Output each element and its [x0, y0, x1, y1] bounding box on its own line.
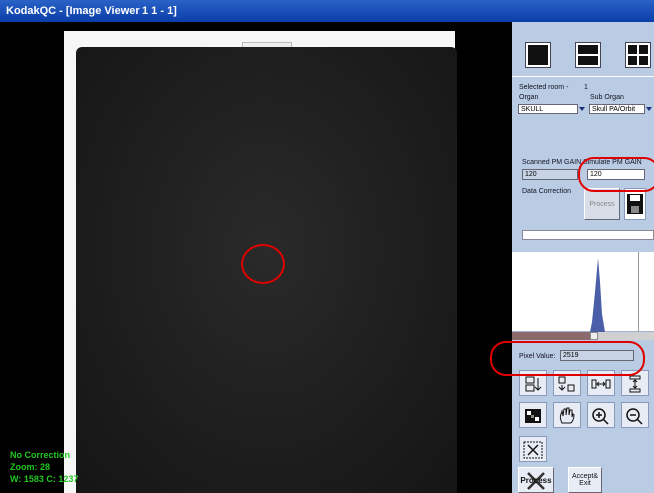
process-button-label: Process: [520, 475, 552, 485]
window-center-readout: W: 1583 C: 1237: [10, 474, 79, 484]
quad-view-layout-icon[interactable]: [625, 42, 651, 68]
sub-organ-select-value: Skull PA/Orbit: [592, 106, 636, 113]
window-title: KodakQC - [Image Viewer: [6, 5, 140, 17]
hand-pan-icon[interactable]: [553, 402, 581, 428]
accept-exit-button[interactable]: Accept& Exit: [568, 467, 602, 493]
control-panel: Selected room - 1 Organ Sub Organ SKULL …: [512, 22, 654, 493]
scanned-gain-field: 120: [522, 169, 578, 180]
selected-room-label: Selected room -: [519, 84, 569, 91]
selected-room-value: 1: [584, 84, 588, 91]
organ-select[interactable]: SKULL: [518, 104, 586, 114]
highlight-circle-gain: [578, 157, 654, 192]
correction-status: No Correction: [10, 450, 71, 460]
process-button[interactable]: Process: [518, 467, 554, 493]
pixel-grid-icon[interactable]: [519, 402, 547, 428]
histogram-graph: [512, 252, 654, 336]
histogram-scrollbar[interactable]: [512, 332, 654, 340]
chevron-down-icon[interactable]: [578, 104, 586, 114]
sub-organ-select[interactable]: Skull PA/Orbit: [589, 104, 653, 114]
histogram-scroll-thumb[interactable]: [590, 332, 598, 340]
scanned-gain-value: 120: [525, 171, 537, 178]
scanned-gain-label: Scanned PM GAIN: [522, 159, 582, 166]
zoom-level: Zoom: 28: [10, 462, 51, 472]
scissors-icon[interactable]: [519, 436, 547, 462]
organ-select-value: SKULL: [521, 106, 544, 113]
frame-info: 1 1 - 1]: [142, 5, 177, 17]
sub-organ-label: Sub Organ: [590, 94, 624, 101]
histogram-scroll-track: [512, 332, 592, 340]
zoom-in-icon[interactable]: [587, 402, 615, 428]
chevron-down-icon[interactable]: [645, 104, 653, 114]
organ-label: Organ: [519, 94, 539, 101]
floppy-disk-icon[interactable]: [624, 188, 646, 220]
highlight-circle-pixel-value: [490, 341, 645, 376]
split-view-layout-icon[interactable]: [575, 42, 601, 68]
highlight-circle-image: [241, 244, 285, 284]
title-bar: KodakQC - [Image Viewer 1 1 - 1]: [0, 0, 654, 22]
single-view-layout-icon[interactable]: [525, 42, 551, 68]
progress-field: [522, 230, 654, 240]
data-correction-label: Data Correction: [522, 188, 572, 195]
histogram[interactable]: [512, 252, 654, 336]
zoom-out-icon[interactable]: [621, 402, 649, 428]
process-correction-button[interactable]: Process: [584, 188, 620, 220]
divider: [512, 76, 654, 77]
